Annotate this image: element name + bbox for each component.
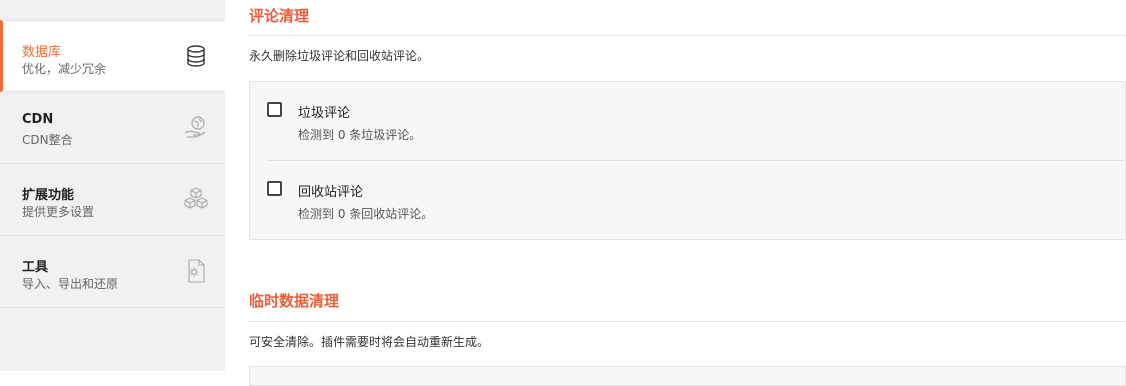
section-description-transients: 可安全清除。插件需要时将会自动重新生成。 (249, 335, 490, 349)
divider (249, 321, 1126, 322)
spam-comments-checkbox[interactable] (267, 102, 282, 117)
sidebar: 数据库 优化，减少冗余 CDN CDN整合 扩展功能 提供更多设置 工具 导入、… (0, 0, 225, 371)
trash-comments-checkbox[interactable] (267, 181, 282, 196)
divider (249, 35, 1126, 36)
option-hint: 检测到 0 条回收站评论。 (298, 207, 434, 221)
section-title-transients: 临时数据清理 (249, 292, 340, 310)
cubes-icon (183, 186, 209, 212)
option-label: 回收站评论 (298, 185, 364, 200)
sidebar-item-extensions[interactable]: 扩展功能 提供更多设置 (0, 164, 225, 236)
sidebar-item-title: CDN (22, 112, 54, 127)
sidebar-item-title: 工具 (22, 260, 49, 275)
sidebar-item-title: 数据库 (22, 45, 62, 60)
section-title-comments: 评论清理 (249, 7, 310, 25)
transients-options-panel (249, 366, 1126, 386)
gear-document-icon (183, 258, 209, 284)
section-description-comments: 永久删除垃圾评论和回收站评论。 (249, 49, 430, 63)
sidebar-item-subtitle: 优化，减少冗余 (22, 62, 107, 76)
sidebar-item-subtitle: CDN整合 (22, 133, 73, 147)
database-icon (183, 43, 209, 69)
option-hint: 检测到 0 条垃圾评论。 (298, 128, 422, 142)
sidebar-item-tools[interactable]: 工具 导入、导出和还原 (0, 236, 225, 308)
option-label: 垃圾评论 (298, 106, 351, 121)
globe-hand-icon (183, 114, 209, 140)
sidebar-item-database[interactable]: 数据库 优化，减少冗余 (0, 20, 225, 92)
main-content: 评论清理 永久删除垃圾评论和回收站评论。 垃圾评论 检测到 0 条垃圾评论。 回… (249, 0, 1126, 386)
divider (267, 160, 1125, 161)
sidebar-top-spacer (0, 0, 225, 20)
sidebar-item-title: 扩展功能 (22, 188, 75, 203)
sidebar-item-cdn[interactable]: CDN CDN整合 (0, 92, 225, 164)
sidebar-item-subtitle: 提供更多设置 (22, 205, 95, 219)
comments-options-panel: 垃圾评论 检测到 0 条垃圾评论。 回收站评论 检测到 0 条回收站评论。 (249, 81, 1126, 240)
sidebar-item-subtitle: 导入、导出和还原 (22, 277, 119, 291)
